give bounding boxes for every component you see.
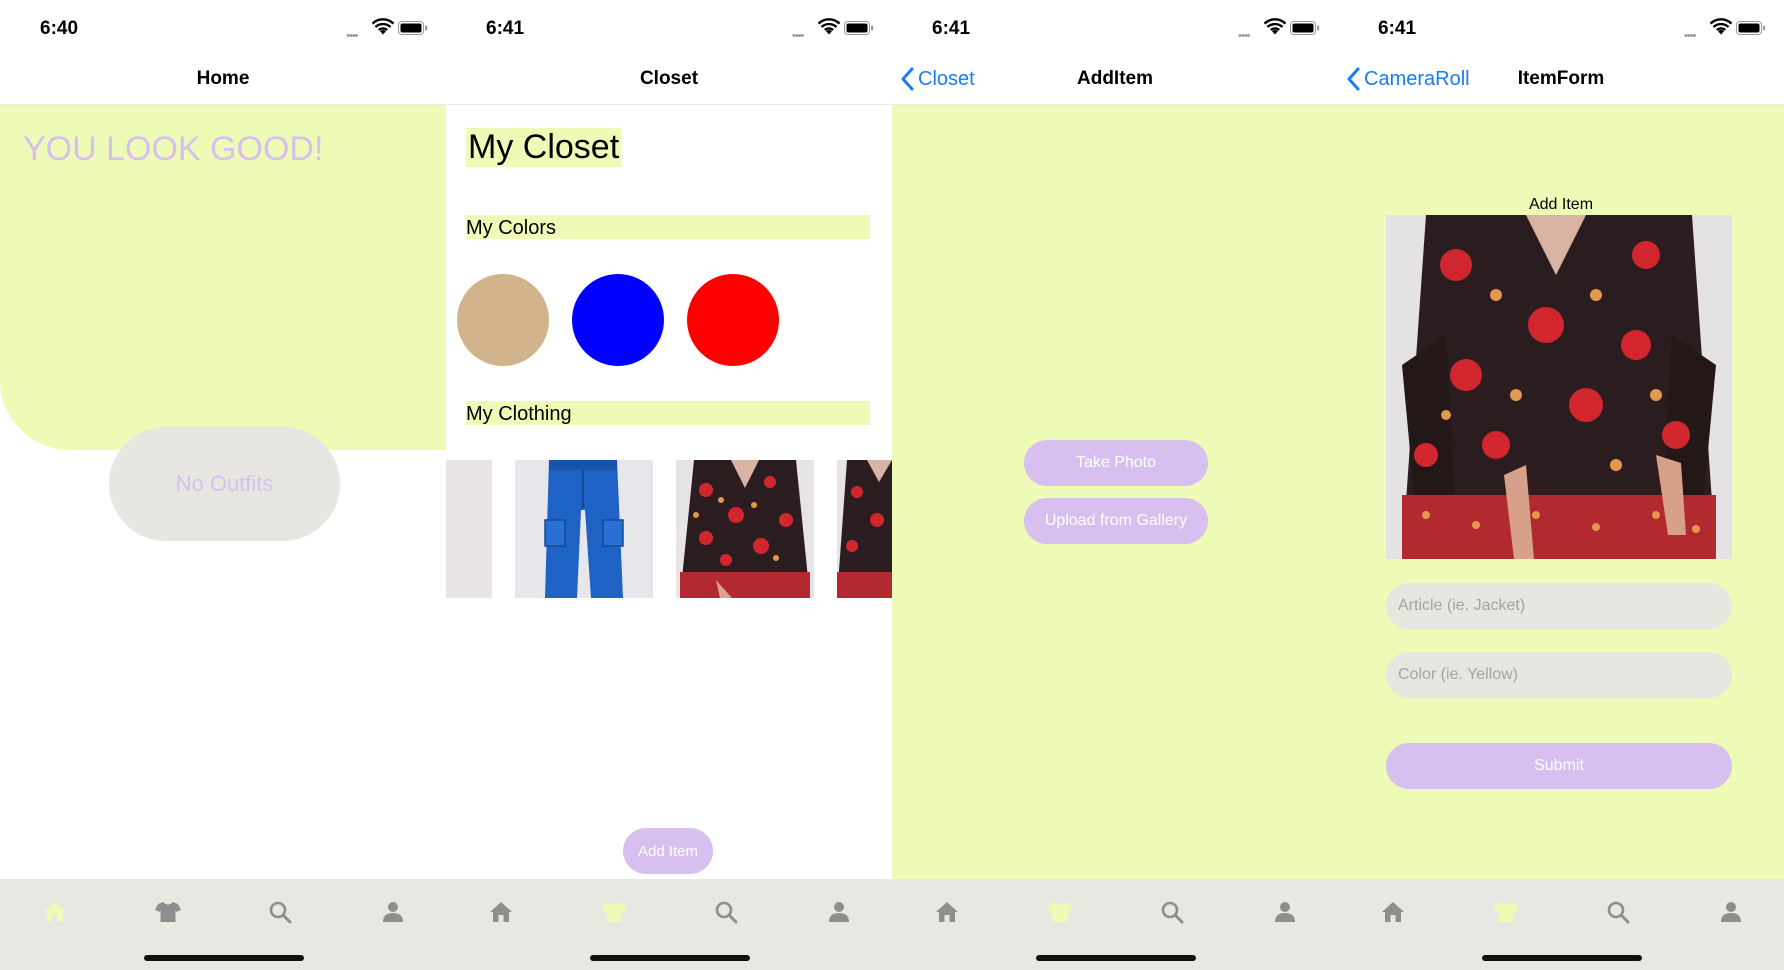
tab-home[interactable] [486,897,516,927]
status-time: 6:40 [40,18,79,39]
status-time: 6:41 [486,18,525,39]
page-title: My Closet [466,128,622,167]
status-bar: 6:41 •••• [1338,0,1784,58]
home-icon [1382,902,1404,922]
shirt-icon [1047,902,1073,922]
tab-search[interactable] [1157,897,1187,927]
nav-title: AddItem [1077,68,1153,89]
clothing-item-dress-2[interactable] [837,460,892,598]
tab-closet[interactable] [1045,897,1075,927]
tab-home[interactable] [40,897,70,927]
clothing-item-pants[interactable] [515,460,653,598]
tab-home[interactable] [932,897,962,927]
form-heading: Add Item [1528,196,1594,213]
home-icon [44,902,66,922]
submit-button[interactable]: Submit [1386,743,1732,789]
add-item-button[interactable]: Add Item [623,828,713,874]
shirt-icon [155,902,181,922]
cellular-signal-icon: •••• [1238,30,1250,42]
clothing-item-partial[interactable] [446,460,492,598]
upload-gallery-button[interactable]: Upload from Gallery [1024,498,1208,544]
nav-bar: Closet AddItem [892,58,1338,105]
no-outfits-button[interactable]: No Outfits [109,427,340,541]
tab-closet[interactable] [599,897,629,927]
home-icon [936,902,958,922]
cellular-signal-icon: •••• [1684,30,1696,42]
home-indicator [1482,955,1642,961]
person-icon [829,902,849,922]
add-item-screen: 6:41 •••• Closet AddItem Take Photo Uplo… [892,0,1338,970]
take-photo-button[interactable]: Take Photo [1024,440,1208,486]
home-headline: YOU LOOK GOOD! [23,130,324,168]
tab-closet[interactable] [1491,897,1521,927]
cellular-signal-icon: •••• [346,30,358,42]
clothing-section-label: My Clothing [466,401,870,425]
search-icon [715,901,738,924]
wifi-icon [817,18,841,41]
tab-profile[interactable] [378,897,408,927]
nav-bar: Closet [446,58,892,105]
status-time: 6:41 [1378,18,1417,39]
tab-profile[interactable] [1270,897,1300,927]
color-swatch-tan[interactable] [457,274,549,366]
colors-section-label: My Colors [466,215,870,239]
status-bar: 6:40 •••• [0,0,446,58]
home-indicator [1036,955,1196,961]
tab-search[interactable] [265,897,295,927]
person-icon [383,902,403,922]
nav-bar: Home [0,58,446,105]
nav-bar: CameraRoll ItemForm [1338,58,1784,105]
wifi-icon [371,18,395,41]
nav-title: Closet [639,68,699,89]
home-screen: 6:40 •••• Home YOU LOOK GOOD! No Outfits [0,0,446,970]
tab-closet[interactable] [153,897,183,927]
cellular-signal-icon: •••• [792,30,804,42]
article-field[interactable] [1386,583,1732,629]
selected-item-photo [1386,215,1732,559]
status-time: 6:41 [932,18,971,39]
color-swatch-red[interactable] [687,274,779,366]
clothing-item-dress[interactable] [676,460,814,598]
shirt-icon [601,902,627,922]
nav-title: Home [196,68,250,89]
battery-icon [1290,21,1320,40]
battery-icon [398,21,428,40]
color-input[interactable] [1386,652,1732,698]
closet-screen: 6:41 •••• Closet My Closet My Colors My … [446,0,892,970]
article-input[interactable] [1386,583,1732,629]
tab-profile[interactable] [1716,897,1746,927]
status-bar: 6:41 •••• [892,0,1338,58]
person-icon [1275,902,1295,922]
color-swatch-blue[interactable] [572,274,664,366]
shirt-icon [1493,902,1519,922]
color-field[interactable] [1386,652,1732,698]
battery-icon [844,21,874,40]
home-indicator [144,955,304,961]
tab-home[interactable] [1378,897,1408,927]
search-icon [1161,901,1184,924]
nav-title: ItemForm [1517,68,1605,89]
battery-icon [1736,21,1766,40]
wifi-icon [1263,18,1287,41]
wifi-icon [1709,18,1733,41]
home-icon [490,902,512,922]
content-background [892,105,1338,879]
status-bar: 6:41 •••• [446,0,892,58]
search-icon [269,901,292,924]
tab-search[interactable] [711,897,741,927]
person-icon [1721,902,1741,922]
item-form-screen: 6:41 •••• CameraRoll ItemForm Add Item A… [1338,0,1784,970]
tab-profile[interactable] [824,897,854,927]
search-icon [1607,901,1630,924]
home-indicator [590,955,750,961]
tab-search[interactable] [1603,897,1633,927]
